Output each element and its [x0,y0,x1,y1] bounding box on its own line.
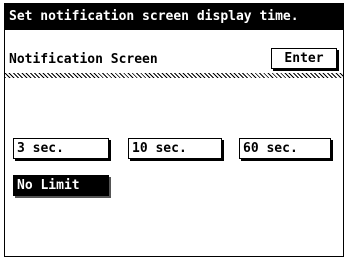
enter-button[interactable]: Enter [271,48,337,69]
title-row: Notification Screen Enter [5,48,343,72]
screen-title: Notification Screen [9,52,158,67]
instruction-header: Set notification screen display time. [5,4,343,30]
option-10-sec-button[interactable]: 10 sec. [128,138,222,159]
option-60-sec-button[interactable]: 60 sec. [239,138,331,159]
option-no-limit-button[interactable]: No Limit [13,175,109,196]
divider-pattern [5,73,343,78]
option-3-sec-button[interactable]: 3 sec. [13,138,109,159]
notification-screen-panel: Set notification screen display time. No… [4,3,344,257]
